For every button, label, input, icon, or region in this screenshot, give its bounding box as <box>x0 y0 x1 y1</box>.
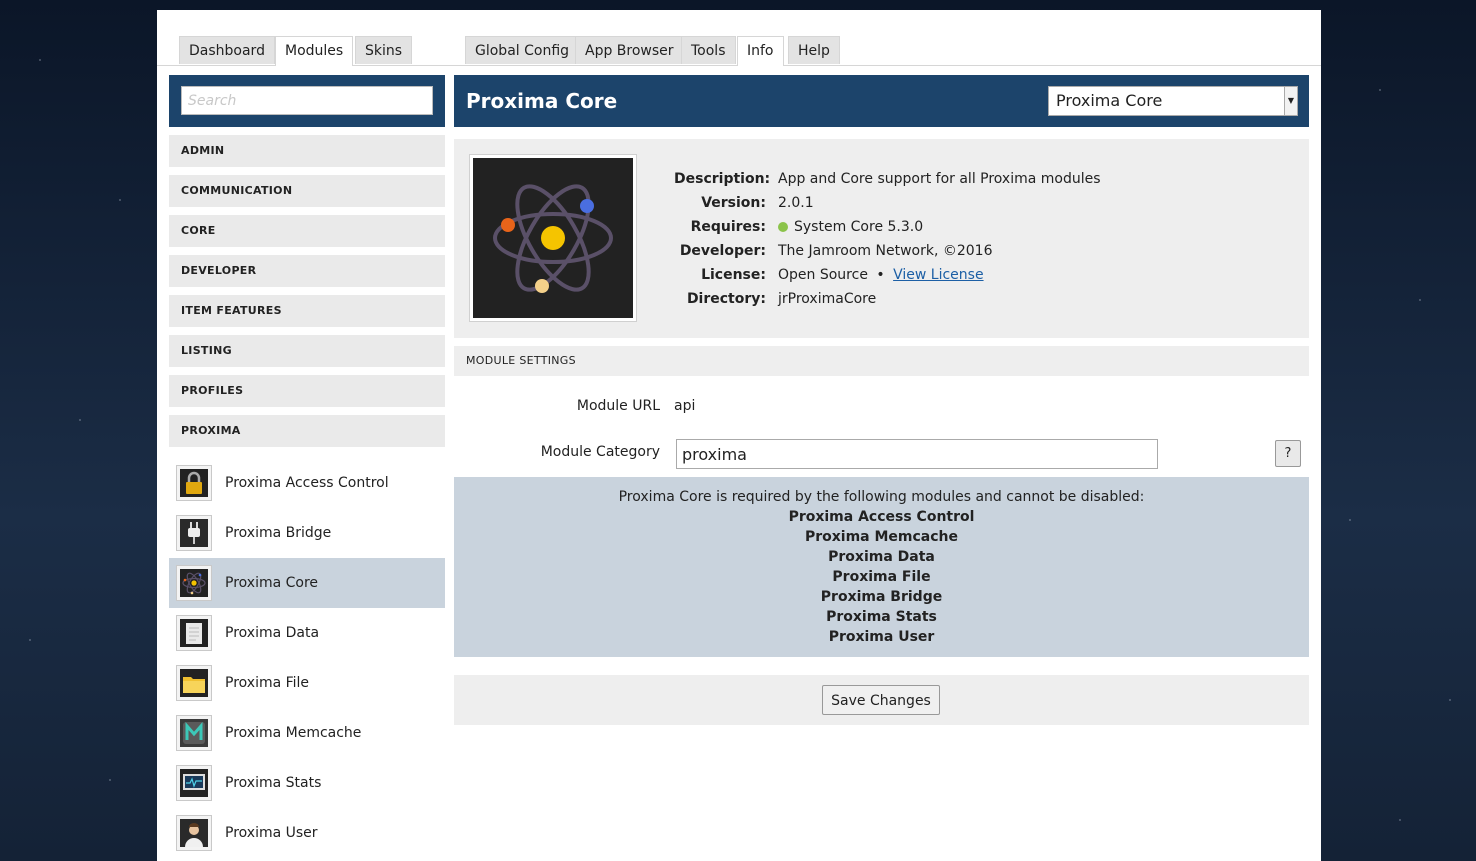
version-label: Version: <box>701 195 766 211</box>
required-module: Proxima Stats <box>826 609 937 625</box>
category-profiles[interactable]: PROFILES <box>169 375 445 407</box>
save-bar: Save Changes <box>454 675 1309 725</box>
tab-bar: Dashboard Modules Skins Global Config Ap… <box>157 36 1321 66</box>
sidebar-item-proxima-user[interactable]: Proxima User <box>169 808 445 858</box>
module-info-box: Description: App and Core support for al… <box>454 139 1309 338</box>
developer-value: The Jamroom Network, ©2016 <box>778 243 993 259</box>
required-by-notice: Proxima Core is required by the followin… <box>454 477 1309 657</box>
main-panel: Dashboard Modules Skins Global Config Ap… <box>157 10 1321 861</box>
sidebar-item-label: Proxima Stats <box>225 775 322 791</box>
sidebar-item-proxima-stats[interactable]: Proxima Stats <box>169 758 445 808</box>
memcache-m-icon <box>176 715 212 751</box>
status-dot-icon <box>778 222 788 232</box>
version-value: 2.0.1 <box>778 195 814 211</box>
tab-skins[interactable]: Skins <box>355 36 413 64</box>
description-value: App and Core support for all Proxima mod… <box>778 171 1101 187</box>
atom-icon <box>176 565 212 601</box>
sidebar-search-bar <box>169 75 445 127</box>
sidebar-item-label: Proxima File <box>225 675 310 691</box>
tab-modules[interactable]: Modules <box>275 36 354 66</box>
category-listing[interactable]: LISTING <box>169 335 445 367</box>
directory-label: Directory: <box>686 291 766 307</box>
requires-value: System Core 5.3.0 <box>778 215 923 239</box>
sidebar-item-proxima-memcache[interactable]: Proxima Memcache <box>169 708 445 758</box>
module-header: Proxima Core Proxima Core ▼ <box>454 75 1309 127</box>
tab-help[interactable]: Help <box>788 36 840 64</box>
section-title: MODULE SETTINGS <box>454 346 1309 376</box>
sidebar-item-proxima-file[interactable]: Proxima File <box>169 658 445 708</box>
notice-text: Proxima Core is required by the followin… <box>618 489 1145 505</box>
module-logo-atom-icon <box>469 154 637 322</box>
developer-label: Developer: <box>679 243 766 259</box>
chevron-down-icon: ▼ <box>1284 87 1297 115</box>
required-module: Proxima Access Control <box>788 509 975 525</box>
category-developer[interactable]: DEVELOPER <box>169 255 445 287</box>
module-url-label: Module URL <box>576 398 660 414</box>
description-label: Description: <box>674 171 771 187</box>
page-title: Proxima Core <box>466 89 618 113</box>
tab-tools[interactable]: Tools <box>681 36 736 64</box>
module-select[interactable]: Proxima Core ▼ <box>1048 86 1298 116</box>
module-category-input[interactable] <box>676 439 1158 469</box>
required-module: Proxima Memcache <box>804 529 959 545</box>
license-text: Open Source <box>778 267 868 283</box>
requires-text: System Core 5.3.0 <box>794 219 924 235</box>
sidebar-item-proxima-core[interactable]: Proxima Core <box>169 558 445 608</box>
sidebar-item-label: Proxima Bridge <box>225 525 332 541</box>
required-module: Proxima File <box>832 569 931 585</box>
directory-value: jrProximaCore <box>778 291 877 307</box>
tab-app-browser[interactable]: App Browser <box>575 36 684 64</box>
license-separator: • <box>876 267 885 283</box>
sidebar-item-label: Proxima User <box>225 825 318 841</box>
category-admin[interactable]: ADMIN <box>169 135 445 167</box>
category-proxima[interactable]: PROXIMA <box>169 415 445 447</box>
save-changes-button[interactable]: Save Changes <box>822 685 940 715</box>
required-module: Proxima User <box>828 629 935 645</box>
sidebar-item-proxima-access-control[interactable]: Proxima Access Control <box>169 458 445 508</box>
tab-global-config[interactable]: Global Config <box>465 36 580 64</box>
folder-icon <box>176 665 212 701</box>
tab-info[interactable]: Info <box>737 36 784 66</box>
category-core[interactable]: CORE <box>169 215 445 247</box>
category-communication[interactable]: COMMUNICATION <box>169 175 445 207</box>
sidebar-item-proxima-bridge[interactable]: Proxima Bridge <box>169 508 445 558</box>
required-module: Proxima Data <box>828 549 935 565</box>
tab-dashboard[interactable]: Dashboard <box>179 36 275 64</box>
category-item-features[interactable]: ITEM FEATURES <box>169 295 445 327</box>
sidebar-item-label: Proxima Memcache <box>225 725 362 741</box>
plug-icon <box>176 515 212 551</box>
license-value: Open Source • View License <box>778 263 984 287</box>
requires-label: Requires: <box>690 219 766 235</box>
sidebar-item-proxima-data[interactable]: Proxima Data <box>169 608 445 658</box>
module-url-value: api <box>674 398 696 414</box>
module-select-value: Proxima Core <box>1056 91 1163 110</box>
help-button[interactable]: ? <box>1275 440 1301 467</box>
sidebar-item-label: Proxima Core <box>225 575 319 591</box>
sidebar-item-label: Proxima Data <box>225 625 320 641</box>
monitor-icon <box>176 765 212 801</box>
user-icon <box>176 815 212 851</box>
search-input[interactable] <box>181 86 433 115</box>
lock-icon <box>176 465 212 501</box>
view-license-link[interactable]: View License <box>893 267 983 283</box>
document-icon <box>176 615 212 651</box>
license-label: License: <box>701 267 766 283</box>
required-module: Proxima Bridge <box>820 589 943 605</box>
sidebar-item-label: Proxima Access Control <box>225 475 389 491</box>
module-category-label: Module Category <box>540 444 660 460</box>
